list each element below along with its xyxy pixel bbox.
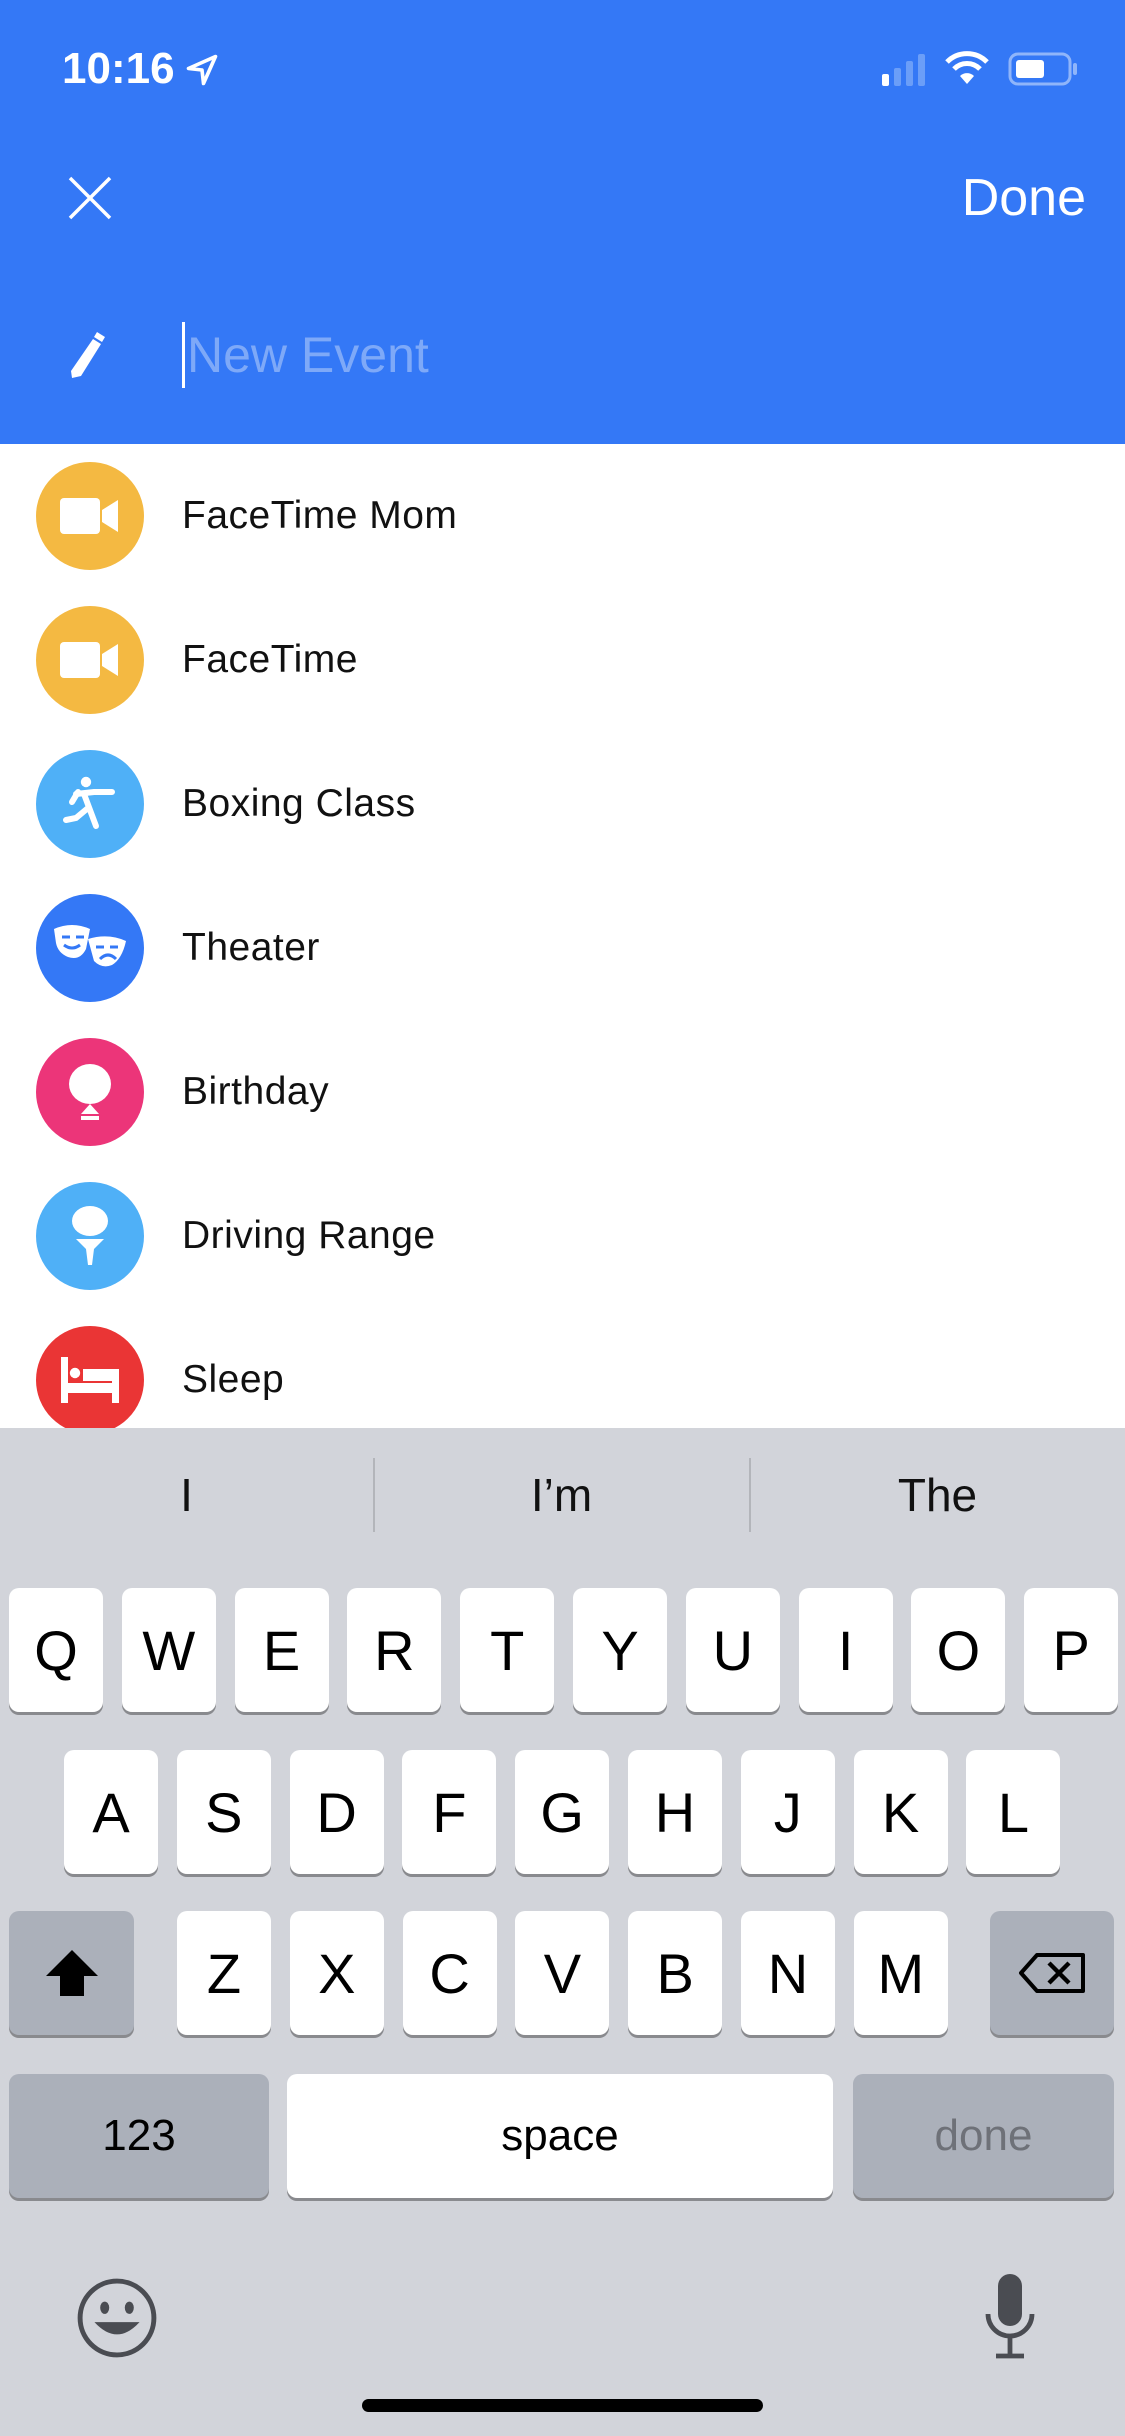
shift-key[interactable] [9, 1911, 134, 2035]
suggestion-item[interactable]: FaceTime [0, 588, 1125, 732]
key-w[interactable]: W [121, 1588, 216, 1712]
done-button[interactable]: Done [962, 168, 1086, 228]
key-t[interactable]: T [460, 1588, 555, 1712]
key-z[interactable]: Z [177, 1911, 271, 2035]
key-m[interactable]: M [853, 1911, 948, 2035]
keyboard: I I’m The QWERTYUIOPASDFGHJKLZXCVBNM 123… [0, 1428, 1125, 2436]
numbers-key[interactable]: 123 [9, 2074, 269, 2198]
suggestion-label: Driving Range [182, 1214, 436, 1257]
key-v[interactable]: V [515, 1911, 610, 2035]
key-d[interactable]: D [289, 1750, 384, 1874]
emoji-icon[interactable] [76, 2277, 158, 2359]
video-camera-icon [36, 462, 144, 570]
balloon-icon [36, 1038, 144, 1146]
suggestion-item[interactable]: Boxing Class [0, 732, 1125, 876]
location-arrow-icon [186, 54, 218, 86]
suggestion-label: Sleep [182, 1358, 285, 1401]
microphone-icon[interactable] [982, 2270, 1038, 2362]
suggestion-item[interactable]: Birthday [0, 1020, 1125, 1164]
key-e[interactable]: E [234, 1588, 329, 1712]
key-r[interactable]: R [347, 1588, 442, 1712]
suggestion-item[interactable]: FaceTime Mom [0, 444, 1125, 588]
key-x[interactable]: X [289, 1911, 384, 2035]
prediction-3[interactable]: The [751, 1468, 1124, 1522]
home-indicator[interactable] [362, 2399, 763, 2412]
key-g[interactable]: G [515, 1750, 610, 1874]
header: 10:16 Done [0, 0, 1125, 444]
space-key[interactable]: space [287, 2074, 833, 2198]
key-b[interactable]: B [628, 1911, 723, 2035]
theater-masks-icon [36, 894, 144, 1002]
boxing-figure-icon [36, 750, 144, 858]
suggestion-label: Boxing Class [182, 782, 416, 825]
event-title-input[interactable] [182, 322, 1062, 388]
video-camera-icon [36, 606, 144, 714]
key-c[interactable]: C [402, 1911, 497, 2035]
cellular-signal-icon [882, 54, 925, 86]
key-f[interactable]: F [402, 1750, 497, 1874]
suggestion-label: FaceTime [182, 638, 358, 681]
pencil-icon [71, 332, 105, 378]
golf-tee-icon [36, 1182, 144, 1290]
shift-icon [45, 1950, 98, 1996]
wifi-icon [945, 51, 989, 84]
key-o[interactable]: O [911, 1588, 1006, 1712]
suggestion-label: FaceTime Mom [182, 494, 458, 537]
prediction-2[interactable]: I’m [375, 1468, 748, 1522]
suggestion-item[interactable]: Driving Range [0, 1164, 1125, 1308]
suggestion-label: Birthday [182, 1070, 330, 1113]
backspace-icon [1019, 1953, 1085, 1993]
key-l[interactable]: L [966, 1750, 1061, 1874]
battery-icon [1008, 52, 1077, 86]
key-y[interactable]: Y [573, 1588, 667, 1712]
key-q[interactable]: Q [9, 1588, 103, 1712]
key-j[interactable]: J [740, 1750, 835, 1874]
status-time: 10:16 [62, 44, 175, 93]
key-p[interactable]: P [1024, 1588, 1119, 1712]
delete-key[interactable] [990, 1911, 1114, 2035]
prediction-1[interactable]: I [0, 1468, 373, 1522]
key-u[interactable]: U [685, 1588, 780, 1712]
close-icon[interactable] [67, 175, 113, 221]
keyboard-done-key[interactable]: done [853, 2074, 1114, 2198]
key-a[interactable]: A [64, 1750, 158, 1874]
key-i[interactable]: I [798, 1588, 893, 1712]
key-n[interactable]: N [741, 1911, 835, 2035]
key-s[interactable]: S [176, 1750, 271, 1874]
key-k[interactable]: K [853, 1750, 948, 1874]
bed-icon [36, 1326, 144, 1434]
suggestion-label: Theater [182, 926, 320, 969]
suggestion-item[interactable]: Theater [0, 876, 1125, 1020]
key-h[interactable]: H [628, 1750, 722, 1874]
